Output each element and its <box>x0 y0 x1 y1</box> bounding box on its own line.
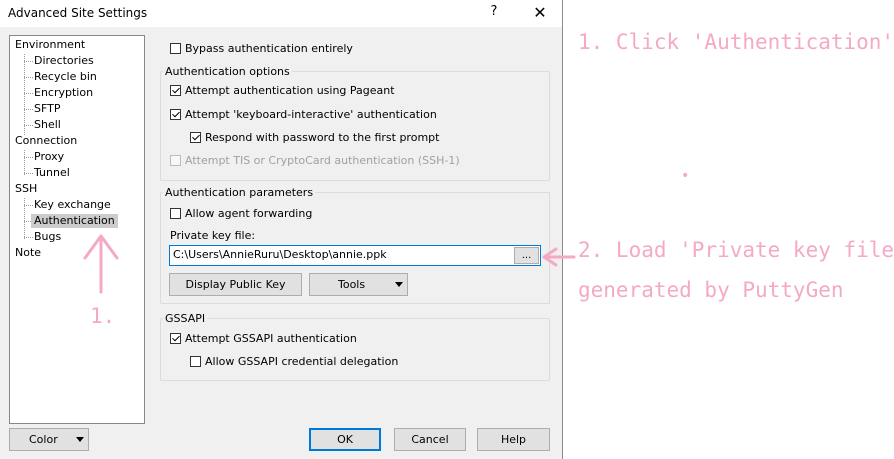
annotation-arrows <box>83 234 576 294</box>
